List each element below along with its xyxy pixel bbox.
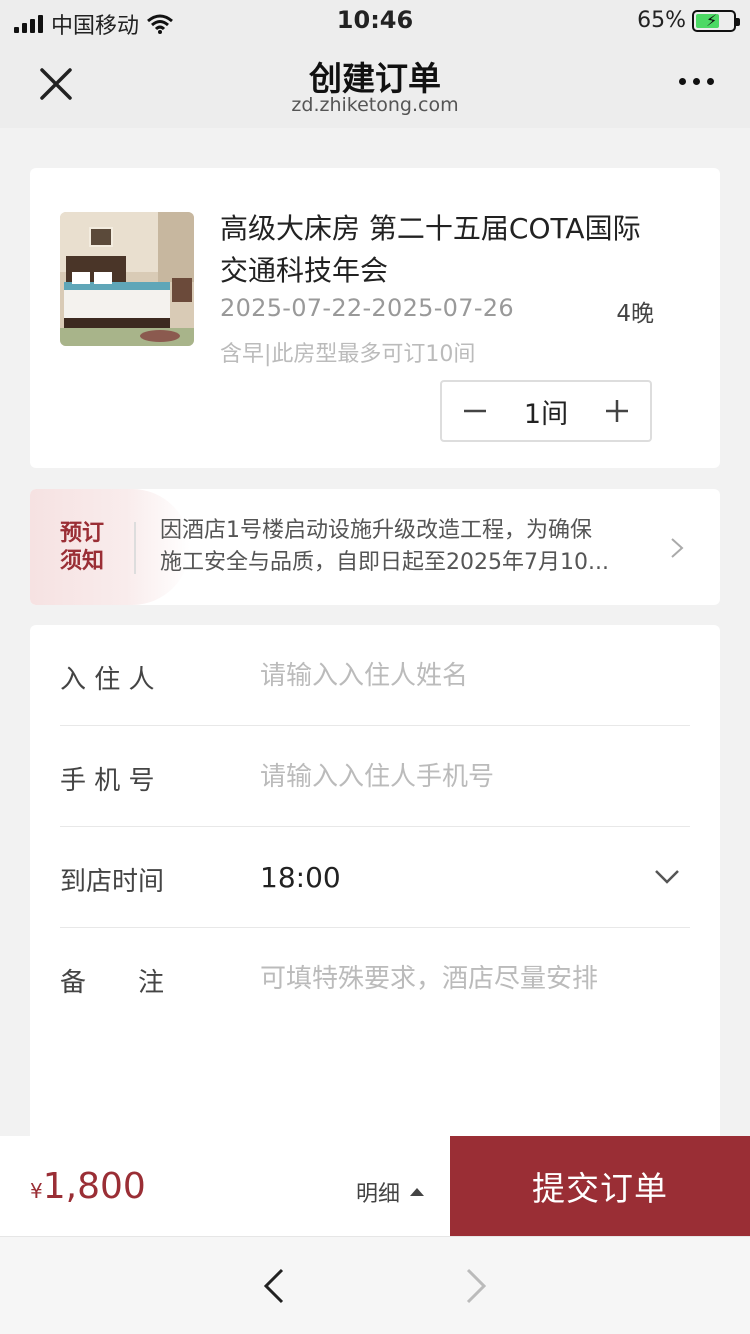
decrease-button[interactable] (442, 382, 508, 440)
price-amount: 1,800 (42, 1166, 146, 1207)
page-url: zd.zhiketong.com (291, 94, 459, 116)
currency-symbol: ¥ (30, 1179, 43, 1203)
nav-bar: 创建订单 zd.zhiketong.com (0, 40, 750, 128)
notice-badge: 预订 须知 (60, 519, 112, 575)
notice-badge-line1: 预订 (60, 520, 105, 546)
guest-name-input[interactable] (260, 651, 660, 701)
booking-notice[interactable]: 预订 须知 因酒店1号楼启动设施升级改造工程，为确保 施工安全与品质，自即日起至… (30, 489, 720, 605)
battery-icon: ⚡ (692, 9, 740, 32)
arrival-time-value[interactable]: 18:00 (260, 861, 341, 894)
remark-row: 备 注 (60, 928, 690, 1029)
room-quantity: 1间 (523, 398, 569, 430)
divider (134, 522, 136, 574)
arrival-time-label: 到店时间 (60, 867, 165, 897)
remark-label: 备 注 (60, 968, 165, 998)
phone-label: 手 机 号 (60, 766, 155, 796)
forward-icon[interactable] (464, 1267, 488, 1305)
guest-name-row: 入 住 人 (60, 625, 690, 726)
price-detail-toggle[interactable]: 明细 (356, 1176, 425, 1208)
arrival-time-row[interactable]: 到店时间 18:00 (60, 827, 690, 928)
browser-toolbar (0, 1236, 750, 1334)
phone-input[interactable] (260, 752, 660, 802)
plus-icon (606, 400, 628, 422)
phone-row: 手 机 号 (60, 726, 690, 827)
price-detail-label: 明细 (356, 1182, 401, 1207)
stay-dates: 2025-07-22-2025-07-26 (220, 294, 514, 322)
notice-line1: 因酒店1号楼启动设施升级改造工程，为确保 (160, 518, 592, 543)
minus-icon (464, 409, 486, 413)
back-icon[interactable] (262, 1267, 286, 1305)
battery-percent: 65% (637, 8, 686, 33)
status-right: 65% ⚡ (637, 8, 740, 33)
chevron-right-icon (671, 538, 684, 558)
room-quantity-stepper: 1间 (440, 380, 652, 442)
room-note: 含早|此房型最多可订10间 (220, 342, 476, 367)
remark-input[interactable] (260, 954, 680, 1004)
checkout-bar: ¥1,800 明细 提交订单 (0, 1136, 750, 1236)
nights-count: 4晚 (616, 301, 654, 327)
room-name: 高级大床房 第二十五届COTA国际交通科技年会 (220, 212, 641, 287)
room-card: 高级大床房 第二十五届COTA国际交通科技年会 2025-07-22-2025-… (30, 168, 720, 468)
caret-up-icon (410, 1188, 425, 1196)
notice-badge-line2: 须知 (60, 548, 105, 574)
chevron-down-icon[interactable] (654, 869, 680, 885)
more-options-icon[interactable] (679, 78, 714, 85)
notice-line2: 施工安全与品质，自即日起至2025年7月10... (160, 550, 609, 575)
submit-order-button[interactable]: 提交订单 (450, 1136, 750, 1236)
guest-name-label: 入 住 人 (60, 665, 155, 695)
notice-text: 因酒店1号楼启动设施升级改造工程，为确保 施工安全与品质，自即日起至2025年7… (160, 515, 650, 579)
status-bar: 中国移动 10:46 65% ⚡ (0, 0, 750, 40)
page-title: 创建订单 (309, 59, 441, 98)
guest-form: 入 住 人 手 机 号 到店时间 18:00 备 注 (30, 625, 720, 1185)
increase-button[interactable] (584, 382, 650, 440)
room-photo (60, 212, 194, 346)
total-price: ¥1,800 (30, 1166, 146, 1207)
